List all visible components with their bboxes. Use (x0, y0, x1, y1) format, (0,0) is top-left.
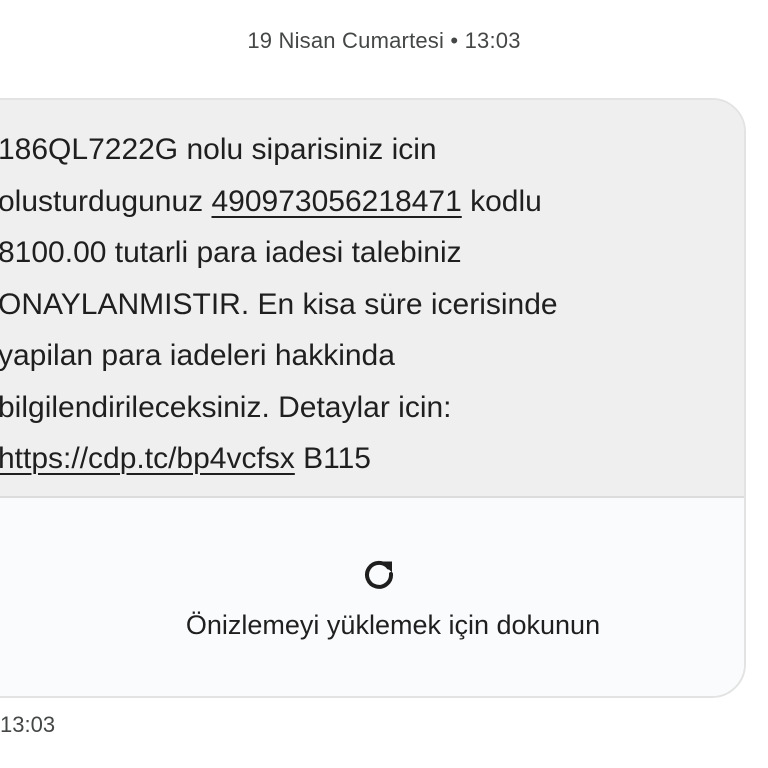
refresh-icon[interactable] (361, 556, 397, 592)
link-preview-card[interactable]: Önizlemeyi yüklemek için dokunun (0, 496, 744, 696)
message-line: bilgilendirileceksiniz. Detaylar icin: (0, 382, 704, 434)
refund-code-link[interactable]: 490973056218471 (212, 185, 462, 218)
message-line-text: ONAYLANMISTIR. En kisa süre icerisinde (0, 287, 558, 321)
message-line: ONAYLANMISTIR. En kisa süre icerisinde (0, 279, 704, 331)
details-url-link[interactable]: https://cdp.tc/bp4vcfsx (0, 442, 295, 475)
message-line: yapilan para iadeleri hakkinda (0, 330, 704, 382)
message-line-text: 8100.00 tutarli para iadesi talebiniz (0, 236, 462, 269)
message-line-text: olusturdugunuz (0, 184, 212, 218)
message-line: 186QL7222G nolu siparisiniz icin (0, 124, 704, 176)
message-line-text: kodlu (461, 184, 542, 218)
message-timestamp: 13:03 (0, 712, 56, 737)
message-line: olusturdugunuz 490973056218471 kodlu (0, 176, 704, 228)
conversation-screen: 19 Nisan Cumartesi • 13:03 186QL7222G no… (0, 0, 768, 768)
message-line-text: yapilan para iadeleri hakkinda (0, 339, 395, 372)
message-body[interactable]: 186QL7222G nolu siparisiniz icin olustur… (0, 100, 744, 496)
load-preview-label[interactable]: Önizlemeyi yüklemek için dokunun (0, 610, 744, 641)
message-line: 8100.00 tutarli para iadesi talebiniz (0, 227, 704, 279)
date-header: 19 Nisan Cumartesi • 13:03 (247, 28, 521, 53)
message-line-text: B115 (294, 442, 371, 475)
message-bubble[interactable]: 186QL7222G nolu siparisiniz icin olustur… (0, 98, 746, 698)
message-line-text: bilgilendirileceksiniz. Detaylar icin: (0, 390, 452, 424)
message-line-text: 186QL7222G nolu siparisiniz icin (0, 133, 437, 166)
message-line: https://cdp.tc/bp4vcfsx B115 (0, 433, 704, 485)
